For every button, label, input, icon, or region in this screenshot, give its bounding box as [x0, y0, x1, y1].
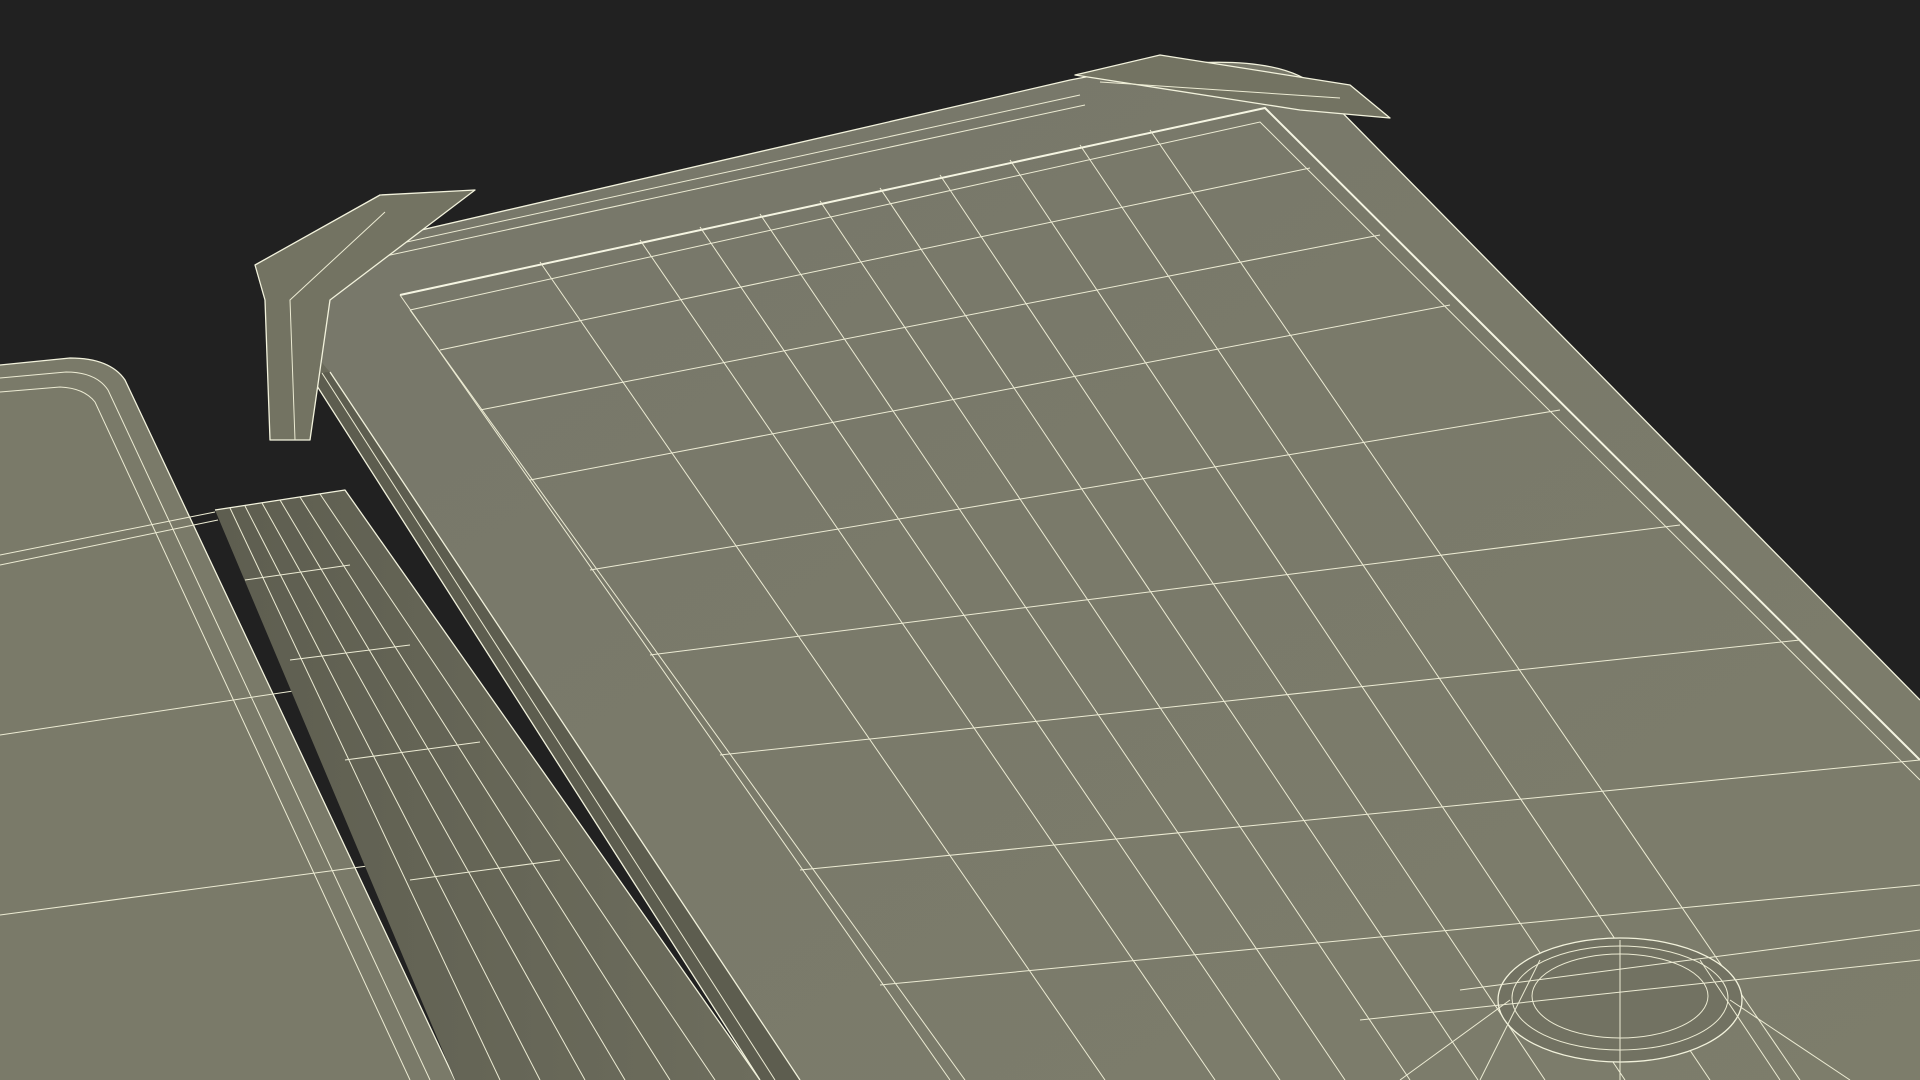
wireframe-render — [0, 0, 1920, 1080]
